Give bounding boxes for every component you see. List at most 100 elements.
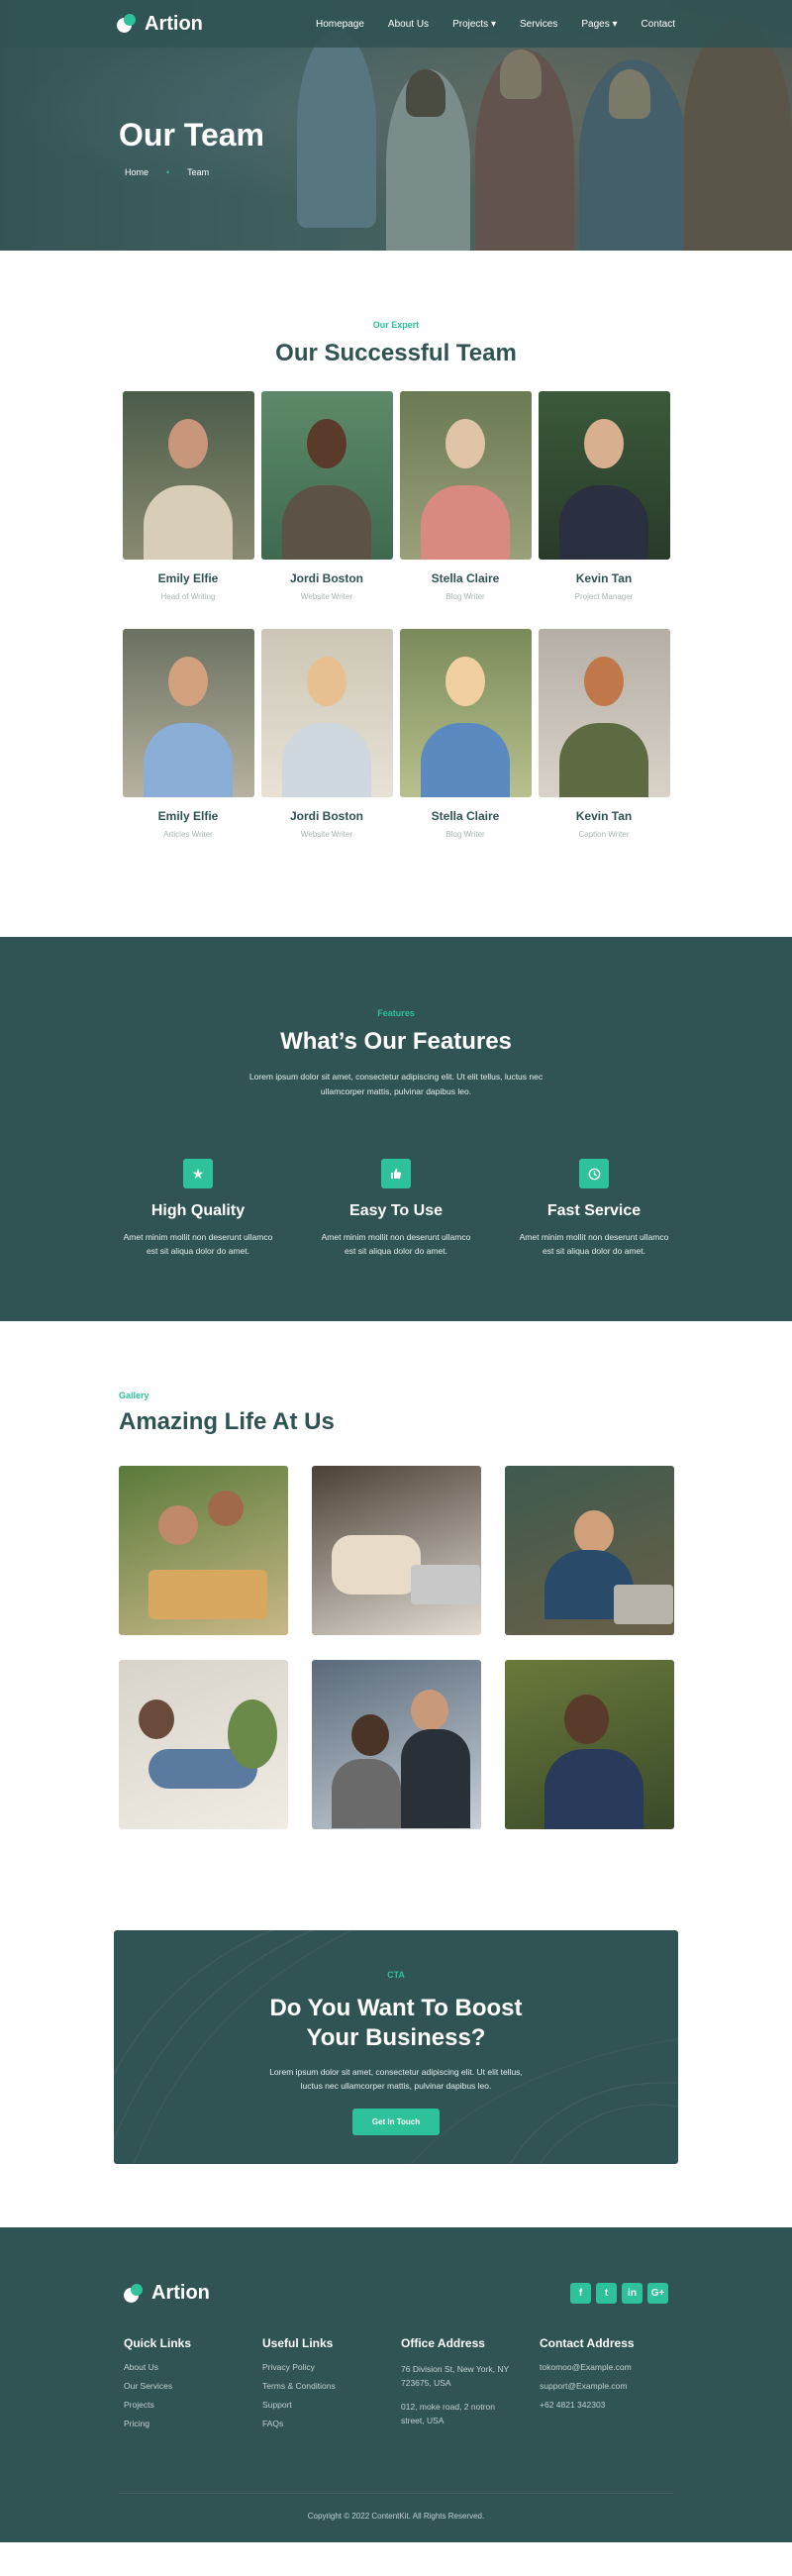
cta-eyebrow: CTA xyxy=(387,1970,405,1980)
member-role: Website Writer xyxy=(300,830,353,839)
team-card[interactable]: Jordi Boston Website Writer xyxy=(260,391,393,601)
get-in-touch-button[interactable]: Get In Touch xyxy=(351,2109,441,2135)
star-icon: ★ xyxy=(183,1159,213,1188)
feature-title: Fast Service xyxy=(546,1202,642,1219)
contact-phone[interactable]: +62 4821 342303 xyxy=(540,2400,678,2410)
gallery-image[interactable] xyxy=(312,1660,481,1829)
member-photo xyxy=(538,391,670,560)
gallery-section: Gallery Amazing Life At Us xyxy=(0,1321,792,1930)
social-links: f t in G+ xyxy=(570,2283,668,2304)
address-line: 76 Division St, New York, NY 723675, USA xyxy=(401,2364,509,2388)
team-grid: Emily Elfie Head of Writing Jordi Boston… xyxy=(122,391,670,839)
member-name: Jordi Boston xyxy=(290,809,363,823)
member-photo xyxy=(399,629,532,797)
quick-links-column: Quick Links About Us Our Services Projec… xyxy=(124,2336,262,2437)
team-eyebrow: Our Expert xyxy=(372,320,420,330)
features-list: ★ High Quality Amet minim mollit non des… xyxy=(119,1159,673,1258)
clock-icon xyxy=(579,1159,609,1188)
office-address-column: Office Address 76 Division St, New York,… xyxy=(401,2336,540,2437)
gallery-image[interactable] xyxy=(505,1466,674,1635)
member-photo xyxy=(260,391,393,560)
breadcrumb: Home • Team xyxy=(125,167,209,177)
team-card[interactable]: Kevin Tan Project Manager xyxy=(538,391,670,601)
useful-links-column: Useful Links Privacy Policy Terms & Cond… xyxy=(262,2336,401,2437)
member-photo xyxy=(399,391,532,560)
cta-section: CTA Do You Want To Boost Your Business? … xyxy=(0,1930,792,2227)
footer-logo[interactable]: Artion xyxy=(124,2282,210,2305)
footer-link[interactable]: Privacy Policy xyxy=(262,2362,401,2372)
member-role: Head of Writing xyxy=(160,592,216,601)
footer-divider xyxy=(119,2493,673,2494)
team-card[interactable]: Kevin Tan Caption Writer xyxy=(538,629,670,839)
footer-link[interactable]: Terms & Conditions xyxy=(262,2381,401,2391)
contact-email[interactable]: support@Example.com xyxy=(540,2381,678,2391)
features-intro: Lorem ipsum dolor sit amet, consectetur … xyxy=(248,1072,544,1096)
page: Artion Homepage About Us Projects Servic… xyxy=(0,0,792,2542)
cta-title-line-1: Do You Want To Boost xyxy=(269,1995,523,2021)
member-photo xyxy=(122,629,254,797)
team-card[interactable]: Jordi Boston Website Writer xyxy=(260,629,393,839)
gallery-title: Amazing Life At Us xyxy=(119,1408,335,1435)
twitter-icon[interactable]: t xyxy=(596,2283,617,2304)
nav-item-homepage[interactable]: Homepage xyxy=(316,19,364,30)
member-name: Jordi Boston xyxy=(290,571,363,585)
member-name: Stella Claire xyxy=(431,571,500,585)
member-role: Website Writer xyxy=(300,592,353,601)
member-name: Emily Elfie xyxy=(157,571,219,585)
breadcrumb-current: Team xyxy=(187,167,210,177)
feature-title: High Quality xyxy=(150,1202,246,1219)
cta-desc: Lorem ipsum dolor sit amet, consectetur … xyxy=(269,2067,523,2091)
footer-columns: Quick Links About Us Our Services Projec… xyxy=(124,2336,668,2437)
linkedin-icon[interactable]: in xyxy=(622,2283,643,2304)
member-role: Project Manager xyxy=(574,592,634,601)
gallery-image[interactable] xyxy=(119,1466,288,1635)
feature-desc: Amet minim mollit non deserunt ullamco e… xyxy=(123,1232,273,1256)
breadcrumb-separator: • xyxy=(166,167,170,177)
gallery-image[interactable] xyxy=(505,1660,674,1829)
google-plus-icon[interactable]: G+ xyxy=(647,2283,668,2304)
breadcrumb-home-link[interactable]: Home xyxy=(125,167,148,177)
feature-title: Easy To Use xyxy=(349,1202,443,1219)
team-card[interactable]: Emily Elfie Articles Writer xyxy=(122,629,254,839)
member-role: Articles Writer xyxy=(163,830,213,839)
column-title: Quick Links xyxy=(124,2336,192,2350)
feature-card: ★ High Quality Amet minim mollit non des… xyxy=(119,1159,277,1258)
cta-title-line-2: Your Business? xyxy=(306,2024,486,2051)
feature-card: Fast Service Amet minim mollit non deser… xyxy=(515,1159,673,1258)
footer-link[interactable]: Support xyxy=(262,2400,401,2410)
member-name: Kevin Tan xyxy=(575,571,633,585)
gallery-image[interactable] xyxy=(119,1660,288,1829)
team-title: Our Successful Team xyxy=(275,340,517,366)
logo[interactable]: Artion xyxy=(117,13,203,36)
team-card[interactable]: Stella Claire Blog Writer xyxy=(399,629,532,839)
gallery-image[interactable] xyxy=(312,1466,481,1635)
nav-item-services[interactable]: Services xyxy=(520,19,557,30)
footer-link[interactable]: FAQs xyxy=(262,2419,401,2428)
nav-item-about-us[interactable]: About Us xyxy=(388,19,429,30)
nav-item-pages[interactable]: Pages xyxy=(581,19,617,30)
footer-link[interactable]: Projects xyxy=(124,2400,262,2410)
member-photo xyxy=(538,629,670,797)
top-navbar: Artion Homepage About Us Projects Servic… xyxy=(0,0,792,48)
gallery-eyebrow: Gallery xyxy=(119,1391,149,1400)
footer-link[interactable]: About Us xyxy=(124,2362,262,2372)
feature-card: Easy To Use Amet minim mollit non deseru… xyxy=(317,1159,475,1258)
footer-top: Artion f t in G+ xyxy=(124,2282,668,2305)
nav-item-projects[interactable]: Projects xyxy=(452,19,496,30)
footer-link[interactable]: Our Services xyxy=(124,2381,262,2391)
facebook-icon[interactable]: f xyxy=(570,2283,591,2304)
contact-email[interactable]: tokomoo@Example.com xyxy=(540,2362,678,2372)
member-name: Kevin Tan xyxy=(575,809,633,823)
team-card[interactable]: Emily Elfie Head of Writing xyxy=(122,391,254,601)
nav-item-contact[interactable]: Contact xyxy=(642,19,675,30)
team-card[interactable]: Stella Claire Blog Writer xyxy=(399,391,532,601)
member-role: Blog Writer xyxy=(446,830,485,839)
copyright: Copyright © 2022 ContentKit. All Rights … xyxy=(307,2512,485,2521)
member-role: Blog Writer xyxy=(446,592,485,601)
feature-desc: Amet minim mollit non deserunt ullamco e… xyxy=(321,1232,471,1256)
logo-icon xyxy=(124,2283,146,2304)
column-title: Useful Links xyxy=(262,2336,334,2350)
footer-link[interactable]: Pricing xyxy=(124,2419,262,2428)
member-name: Emily Elfie xyxy=(157,809,219,823)
features-section: Features What’s Our Features Lorem ipsum… xyxy=(0,937,792,1321)
